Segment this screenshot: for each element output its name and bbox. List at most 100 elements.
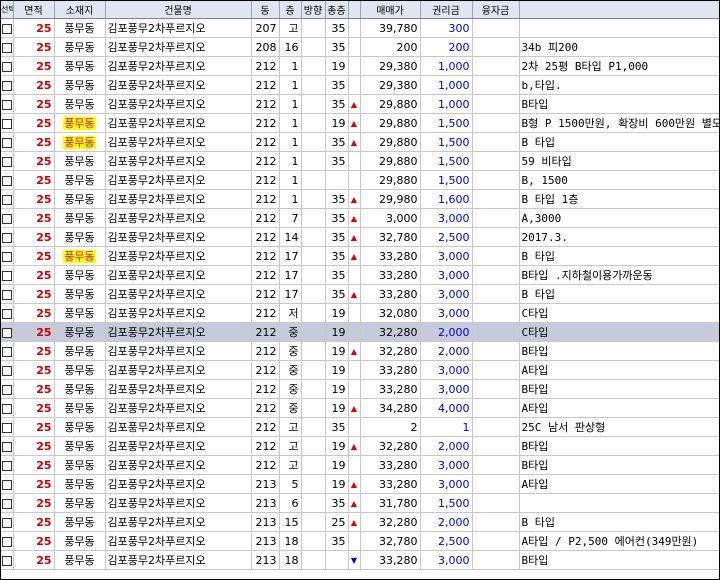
row-checkbox[interactable]	[1, 42, 12, 53]
location-cell: 풍무동	[54, 113, 106, 133]
header-floor[interactable]: 층	[279, 1, 302, 19]
table-row[interactable]: 25 풍무동 김포풍무2차푸르지오 212 17 35 ▲ 33,280 3,000 B 타입	[1, 284, 719, 304]
row-checkbox[interactable]	[1, 270, 12, 281]
row-checkbox[interactable]	[1, 555, 12, 566]
table-row[interactable]: 25 풍무동 김포풍무2차푸르지오 212 17 35 33,280 3,000 B타입 .지하…	[1, 265, 719, 285]
direction-cell	[301, 56, 326, 76]
table-row[interactable]: 25 풍무동 김포풍무2차푸르지오 212 중 19 ▲ 32,280 2,000 B타입	[1, 341, 719, 361]
row-checkbox[interactable]	[1, 346, 12, 357]
trend-cell: ▲	[348, 284, 361, 304]
table-row[interactable]: 25 풍무동 김포풍무2차푸르지오 212 7 35 ▲ 3,000 3,000 A,3000	[1, 208, 719, 228]
row-select-cell	[1, 18, 14, 38]
table-row[interactable]: 25 풍무동 김포풍무2차푸르지오 207 고 35 39,780 300	[1, 18, 719, 38]
table-row[interactable]: 25 풍무동 김포풍무2차푸르지오 212 1 35 29,380 1,000 b,타입.	[1, 75, 719, 95]
table-row[interactable]: 25 풍무동 김포풍무2차푸르지오 212 1 35 29,880 1,500 59 비타입	[1, 151, 719, 171]
row-select-cell	[1, 113, 14, 133]
row-checkbox[interactable]	[1, 308, 12, 319]
total-floors-cell: 19	[325, 113, 349, 133]
table-row[interactable]: 25 풍무동 김포풍무2차푸르지오 212 중 19 33,280 3,000 A타입	[1, 360, 719, 380]
row-checkbox[interactable]	[1, 99, 12, 110]
trend-cell: ▲	[348, 113, 361, 133]
header-premium[interactable]: 권리금	[420, 1, 473, 19]
row-checkbox[interactable]	[1, 479, 12, 490]
row-checkbox[interactable]	[1, 175, 12, 186]
table-row[interactable]: 25 풍무동 김포풍무2차푸르지오 212 1 35 ▲ 29,880 1,500 B 타입	[1, 132, 719, 152]
row-select-cell	[1, 284, 14, 304]
dong-cell: 212	[251, 132, 280, 152]
table-row[interactable]: 25 풍무동 김포풍무2차푸르지오 212 중 19 33,280 3,000 B타입	[1, 379, 719, 399]
row-checkbox[interactable]	[1, 137, 12, 148]
table-row[interactable]: 25 풍무동 김포풍무2차푸르지오 212 고 19 ▲ 32,280 2,000 B타입	[1, 436, 719, 456]
header-direction[interactable]: 방향	[301, 1, 326, 19]
table-row[interactable]: 25 풍무동 김포풍무2차푸르지오 213 6 35 ▲ 31,780 1,500	[1, 493, 719, 513]
row-checkbox[interactable]	[1, 213, 12, 224]
row-checkbox[interactable]	[1, 365, 12, 376]
row-checkbox[interactable]	[1, 156, 12, 167]
dong-cell: 212	[251, 227, 280, 247]
total-floors-cell: 19	[325, 56, 349, 76]
location-cell: 풍무동	[54, 436, 106, 456]
trend-cell	[348, 18, 361, 38]
table-row[interactable]: 25 풍무동 김포풍무2차푸르지오 213 18 ▼ 33,280 3,000 B타입	[1, 550, 719, 570]
location-cell: 풍무동	[54, 531, 106, 551]
header-select[interactable]: 선택	[1, 1, 14, 19]
table-row[interactable]: 25 풍무동 김포풍무2차푸르지오 212 1 29,880 1,500 B, 1500	[1, 170, 719, 190]
row-checkbox[interactable]	[1, 517, 12, 528]
table-row[interactable]: 25 풍무동 김포풍무2차푸르지오 213 18 35 32,780 2,500 A타입 / P…	[1, 531, 719, 551]
note-cell: B타입	[519, 455, 719, 475]
row-checkbox[interactable]	[1, 384, 12, 395]
row-checkbox[interactable]	[1, 118, 12, 129]
header-loan[interactable]: 융자금	[472, 1, 520, 19]
dong-cell: 212	[251, 265, 280, 285]
row-checkbox[interactable]	[1, 289, 12, 300]
row-checkbox[interactable]	[1, 403, 12, 414]
note-cell	[519, 18, 719, 38]
row-checkbox[interactable]	[1, 536, 12, 547]
table-row[interactable]: 25 풍무동 김포풍무2차푸르지오 208 16 35 200 200 34b 피200	[1, 37, 719, 57]
table-row[interactable]: 25 풍무동 김포풍무2차푸르지오 212 저 19 32,080 3,000 C타입	[1, 303, 719, 323]
row-checkbox[interactable]	[1, 251, 12, 262]
row-checkbox[interactable]	[1, 61, 12, 72]
row-checkbox[interactable]	[1, 23, 12, 34]
loan-cell	[472, 284, 520, 304]
table-row[interactable]: 25 풍무동 김포풍무2차푸르지오 212 1 35 ▲ 29,880 1,000 B타입	[1, 94, 719, 114]
loan-cell	[472, 227, 520, 247]
row-checkbox[interactable]	[1, 80, 12, 91]
premium-cell: 1,500	[420, 493, 473, 513]
table-row[interactable]: 25 풍무동 김포풍무2차푸르지오 212 1 19 29,380 1,000 2차 25평 B…	[1, 56, 719, 76]
table-row[interactable]: 25 풍무동 김포풍무2차푸르지오 212 중 19 32,280 2,000 C타입	[1, 322, 719, 342]
table-row[interactable]: 25 풍무동 김포풍무2차푸르지오 212 중 19 ▲ 34,280 4,000 A타입	[1, 398, 719, 418]
header-dong[interactable]: 동	[251, 1, 280, 19]
table-row[interactable]: 25 풍무동 김포풍무2차푸르지오 212 1 19 ▲ 29,880 1,500 B형 P 15…	[1, 113, 719, 133]
location-text: 풍무동	[64, 459, 95, 472]
header-total-floors[interactable]: 총층	[325, 1, 349, 19]
dong-cell: 212	[251, 360, 280, 380]
row-checkbox[interactable]	[1, 441, 12, 452]
header-location[interactable]: 소재지	[54, 1, 106, 19]
direction-cell	[301, 37, 326, 57]
location-cell: 풍무동	[54, 265, 106, 285]
table-row[interactable]: 25 풍무동 김포풍무2차푸르지오 212 고 35 2 1 25C 남서 판상형	[1, 417, 719, 437]
header-note[interactable]	[519, 1, 719, 19]
table-row[interactable]: 25 풍무동 김포풍무2차푸르지오 212 1 35 ▲ 29,980 1,600 B 타입 1층	[1, 189, 719, 209]
trend-cell: ▼	[348, 550, 361, 570]
table-row[interactable]: 25 풍무동 김포풍무2차푸르지오 212 17 35 ▲ 33,280 3,000 B 타입	[1, 246, 719, 266]
header-area[interactable]: 면적	[13, 1, 55, 19]
table-row[interactable]: 25 풍무동 김포풍무2차푸르지오 213 5 19 ▲ 33,280 3,000 A타입	[1, 474, 719, 494]
header-price[interactable]: 매매가	[360, 1, 421, 19]
row-checkbox[interactable]	[1, 194, 12, 205]
row-checkbox[interactable]	[1, 232, 12, 243]
header-mark[interactable]	[348, 1, 361, 19]
note-cell: b,타입.	[519, 75, 719, 95]
loan-cell	[472, 341, 520, 361]
row-checkbox[interactable]	[1, 460, 12, 471]
row-checkbox[interactable]	[1, 327, 12, 338]
header-building[interactable]: 건물명	[105, 1, 252, 19]
price-cell: 29,880	[360, 170, 421, 190]
table-row[interactable]: 25 풍무동 김포풍무2차푸르지오 212 고 19 33,280 3,000 B타입	[1, 455, 719, 475]
floor-cell: 18	[279, 550, 302, 570]
row-checkbox[interactable]	[1, 498, 12, 509]
table-row[interactable]: 25 풍무동 김포풍무2차푸르지오 213 15 25 ▲ 32,280 2,000 B 타입	[1, 512, 719, 532]
row-checkbox[interactable]	[1, 422, 12, 433]
table-row[interactable]: 25 풍무동 김포풍무2차푸르지오 212 14 35 ▲ 32,780 2,500 2017.3…	[1, 227, 719, 247]
